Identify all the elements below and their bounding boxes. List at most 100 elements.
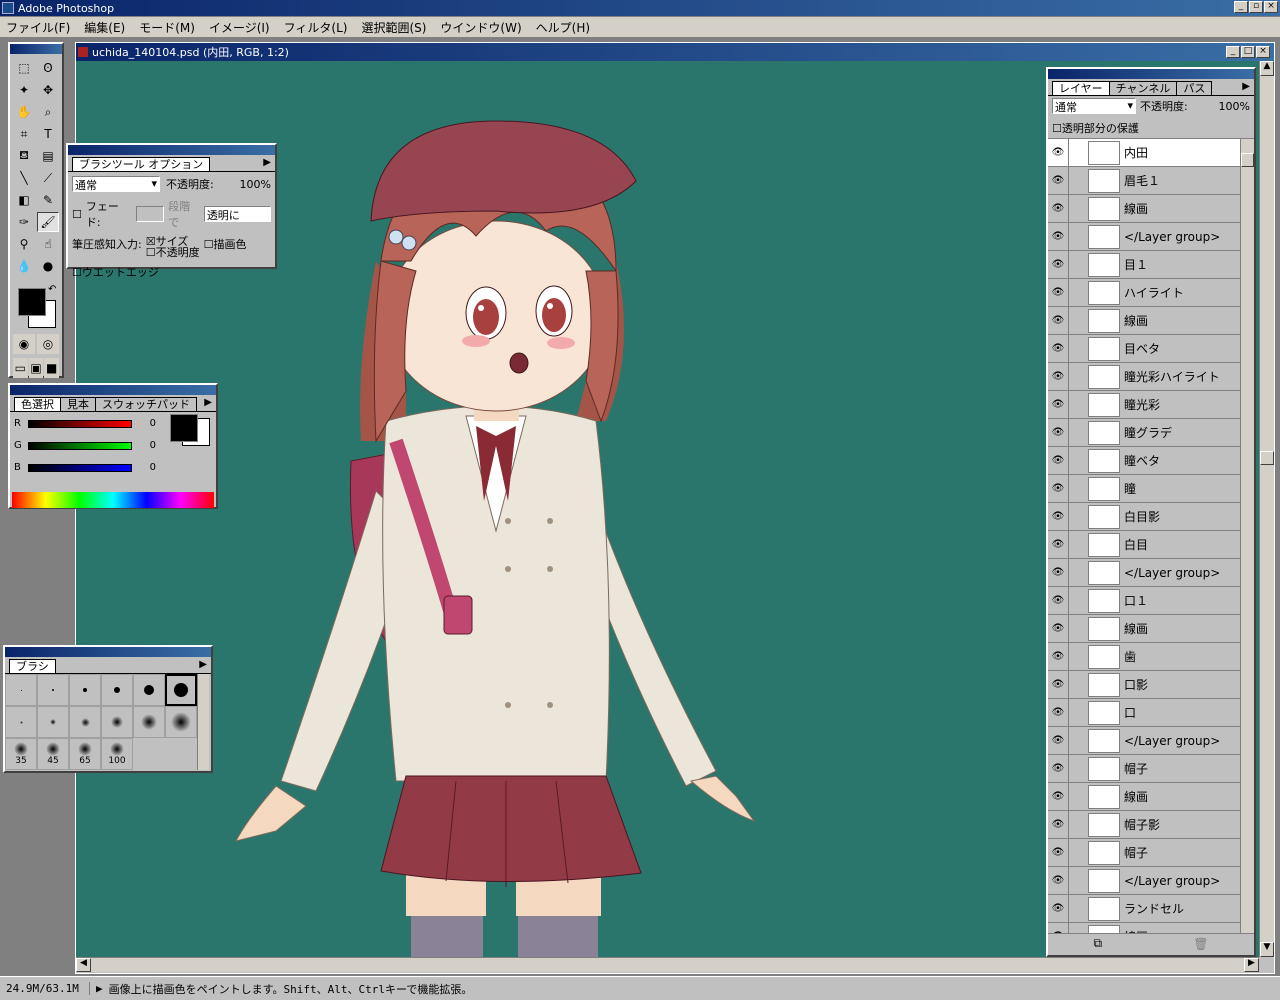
pencil-icon[interactable]: ✎ [37, 190, 59, 210]
menu-item[interactable]: 編集(E) [84, 19, 125, 35]
paint-bucket-icon[interactable]: ⛾ [13, 146, 35, 166]
zoom-icon[interactable]: ⌕ [37, 102, 59, 122]
fade-target-select[interactable]: 透明に [203, 206, 271, 222]
eye-icon[interactable]: 👁 [1048, 175, 1068, 186]
marquee-icon[interactable]: ⬚ [13, 58, 35, 78]
menu-item[interactable]: フィルタ(L) [284, 19, 348, 35]
eye-icon[interactable]: 👁 [1048, 203, 1068, 214]
layer-row[interactable]: 👁 口 [1048, 699, 1240, 727]
tab-color-2[interactable]: スウォッチパッド [95, 397, 197, 411]
tab-brushes[interactable]: ブラシ [9, 659, 56, 673]
layer-link-slot[interactable] [1068, 839, 1084, 866]
gradient-icon[interactable]: ▤ [37, 146, 59, 166]
layer-link-slot[interactable] [1068, 699, 1084, 726]
layer-link-slot[interactable] [1068, 811, 1084, 838]
layer-link-slot[interactable] [1068, 419, 1084, 446]
brush-preset[interactable] [133, 706, 165, 738]
foreground-color-swatch[interactable] [18, 288, 46, 316]
layer-row[interactable]: 👁 瞳グラデ [1048, 419, 1240, 447]
eye-icon[interactable]: 👁 [1048, 567, 1068, 578]
brush-preset[interactable] [165, 674, 197, 706]
eye-icon[interactable]: 👁 [1048, 343, 1068, 354]
layer-link-slot[interactable] [1068, 475, 1084, 502]
brush-preset[interactable] [37, 706, 69, 738]
layer-row[interactable]: 👁 瞳光彩ハイライト [1048, 363, 1240, 391]
scroll-thumb[interactable] [1260, 451, 1274, 465]
channel-slider[interactable] [28, 441, 132, 450]
layer-link-slot[interactable] [1068, 139, 1084, 166]
scroll-down-button[interactable]: ▼ [1260, 942, 1274, 957]
brush-preset[interactable] [133, 674, 165, 706]
layer-row[interactable]: 👁 帽子影 [1048, 811, 1240, 839]
layer-row[interactable]: 👁 白目影 [1048, 503, 1240, 531]
eye-icon[interactable]: 👁 [1048, 651, 1068, 662]
tab-layers-2[interactable]: パス [1176, 81, 1213, 95]
channel-slider[interactable] [28, 463, 132, 472]
move-icon[interactable]: ✥ [37, 80, 59, 100]
status-arrow-icon[interactable]: ▶ [90, 982, 109, 995]
layer-blend-mode-select[interactable]: 通常 ▾ [1052, 98, 1136, 114]
layer-link-slot[interactable] [1068, 531, 1084, 558]
panel-menu-arrow-icon[interactable]: ▶ [1242, 81, 1250, 95]
layer-link-slot[interactable] [1068, 559, 1084, 586]
layer-row[interactable]: 👁 内田 [1048, 139, 1240, 167]
eye-icon[interactable]: 👁 [1048, 763, 1068, 774]
eye-icon[interactable]: 👁 [1048, 315, 1068, 326]
layer-row[interactable]: 👁 帽子 [1048, 755, 1240, 783]
layer-row[interactable]: 👁 目１ [1048, 251, 1240, 279]
eye-icon[interactable]: 👁 [1048, 847, 1068, 858]
memory-status[interactable]: 24.9M/63.1M [0, 982, 90, 995]
paint-color-checkbox[interactable]: ☐ [204, 238, 214, 251]
layer-row[interactable]: 👁 瞳光彩 [1048, 391, 1240, 419]
layer-link-slot[interactable] [1068, 279, 1084, 306]
layer-row[interactable]: 👁 瞳ベタ [1048, 447, 1240, 475]
layer-link-slot[interactable] [1068, 335, 1084, 362]
layer-row[interactable]: 👁 線画 [1048, 783, 1240, 811]
eye-icon[interactable]: 👁 [1048, 399, 1068, 410]
layer-row[interactable]: 👁 線画 [1048, 195, 1240, 223]
opacity-value[interactable]: 100% [240, 178, 271, 191]
brush-preset[interactable] [5, 706, 37, 738]
menu-item[interactable]: 選択範囲(S) [361, 19, 426, 35]
brush-preset[interactable] [101, 674, 133, 706]
layer-link-slot[interactable] [1068, 643, 1084, 670]
layer-link-slot[interactable] [1068, 167, 1084, 194]
wet-edges-checkbox[interactable]: ☐ [72, 266, 82, 279]
swap-colors-icon[interactable]: ↶ [48, 284, 56, 295]
eye-icon[interactable]: 👁 [1048, 819, 1068, 830]
tab-color-0[interactable]: 色選択 [14, 397, 61, 411]
eye-icon[interactable]: 👁 [1048, 931, 1068, 933]
layer-row[interactable]: 👁 </Layer group> [1048, 559, 1240, 587]
brushes-scrollbar[interactable] [197, 674, 209, 770]
layer-link-slot[interactable] [1068, 251, 1084, 278]
brush-preset[interactable] [69, 706, 101, 738]
paintbrush-icon[interactable]: 🖌 [37, 212, 59, 232]
color-spectrum-bar[interactable] [12, 492, 214, 508]
magic-wand-icon[interactable]: ✦ [13, 80, 35, 100]
layer-row[interactable]: 👁 ランドセル [1048, 895, 1240, 923]
layer-row[interactable]: 👁 </Layer group> [1048, 727, 1240, 755]
layer-row[interactable]: 👁 口１ [1048, 587, 1240, 615]
layer-row[interactable]: 👁 白目 [1048, 531, 1240, 559]
quickmask-mode-button[interactable]: ◎ [37, 334, 59, 354]
document-vertical-scrollbar[interactable]: ▲ ▼ [1259, 61, 1274, 957]
doc-maximize-button[interactable]: □ [1241, 46, 1255, 58]
layer-link-slot[interactable] [1068, 363, 1084, 390]
eye-icon[interactable]: 👁 [1048, 371, 1068, 382]
layer-link-slot[interactable] [1068, 223, 1084, 250]
brush-preset[interactable] [101, 706, 133, 738]
layer-row[interactable]: 👁 </Layer group> [1048, 223, 1240, 251]
smudge-icon[interactable]: ☝ [37, 234, 59, 254]
scroll-up-button[interactable]: ▲ [1260, 61, 1274, 76]
brush-preset[interactable] [69, 674, 101, 706]
layer-row[interactable]: 👁 帽子 [1048, 839, 1240, 867]
eye-icon[interactable]: 👁 [1048, 231, 1068, 242]
layer-link-slot[interactable] [1068, 755, 1084, 782]
brush-preset[interactable] [37, 674, 69, 706]
eye-icon[interactable]: 👁 [1048, 511, 1068, 522]
eye-icon[interactable]: 👁 [1048, 259, 1068, 270]
layer-link-slot[interactable] [1068, 783, 1084, 810]
panel-menu-arrow-icon[interactable]: ▶ [199, 659, 207, 673]
brush-preset[interactable]: 35 [5, 738, 37, 770]
eyedropper-icon[interactable]: ⟋ [37, 168, 59, 188]
